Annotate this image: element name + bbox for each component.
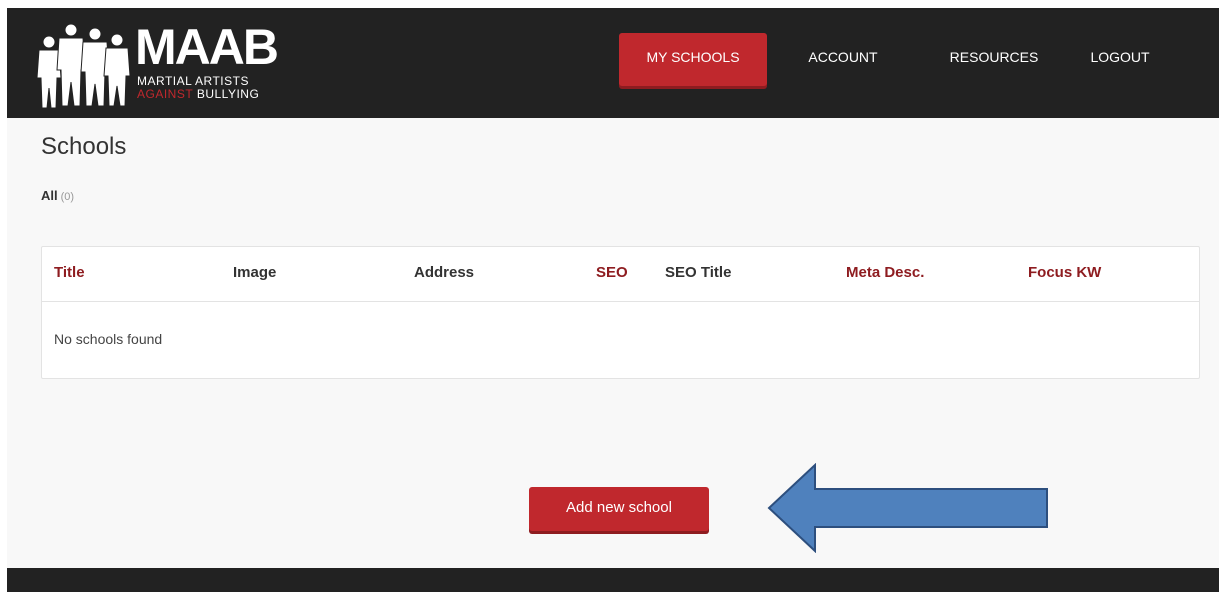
logo-tagline-red: AGAINST (137, 87, 193, 101)
page-frame: MAAB MARTIAL ARTISTS AGAINST BULLYING MY… (7, 8, 1219, 592)
column-image: Image (233, 264, 277, 281)
nav-resources[interactable]: RESOURCES (944, 33, 1044, 86)
column-address: Address (414, 264, 475, 281)
filter-all-label[interactable]: All (41, 188, 58, 203)
nav-account[interactable]: ACCOUNT (803, 33, 883, 86)
left-arrow-icon (765, 462, 1050, 558)
page-title: Schools (41, 133, 127, 160)
column-seo[interactable]: SEO (596, 264, 628, 281)
column-seo-title: SEO Title (665, 264, 732, 281)
table-header: Title Image Address SEO SEO Title Meta D… (42, 247, 1199, 302)
empty-message: No schools found (54, 331, 163, 347)
column-meta-desc[interactable]: Meta Desc. (846, 264, 924, 281)
site-footer (7, 568, 1219, 592)
logo-wordmark: MAAB (135, 19, 279, 75)
logo-tagline-2: AGAINST BULLYING (137, 87, 259, 101)
logo-tagline-white: BULLYING (196, 87, 260, 101)
site-header: MAAB MARTIAL ARTISTS AGAINST BULLYING MY… (7, 8, 1219, 118)
schools-table: Title Image Address SEO SEO Title Meta D… (41, 246, 1200, 379)
column-focus-kw[interactable]: Focus KW (1028, 264, 1101, 281)
nav-logout[interactable]: LOGOUT (1085, 33, 1155, 86)
add-new-school-button[interactable]: Add new school (529, 487, 709, 531)
column-title[interactable]: Title (54, 264, 85, 281)
maab-logo[interactable]: MAAB MARTIAL ARTISTS AGAINST BULLYING (37, 18, 279, 109)
filter-all-count: (0) (60, 191, 75, 203)
nav-my-schools[interactable]: MY SCHOOLS (619, 33, 767, 86)
filter-all[interactable]: All (0) (41, 188, 74, 203)
silhouettes-icon (37, 23, 131, 109)
logo-tagline-1: MARTIAL ARTISTS (137, 74, 249, 88)
